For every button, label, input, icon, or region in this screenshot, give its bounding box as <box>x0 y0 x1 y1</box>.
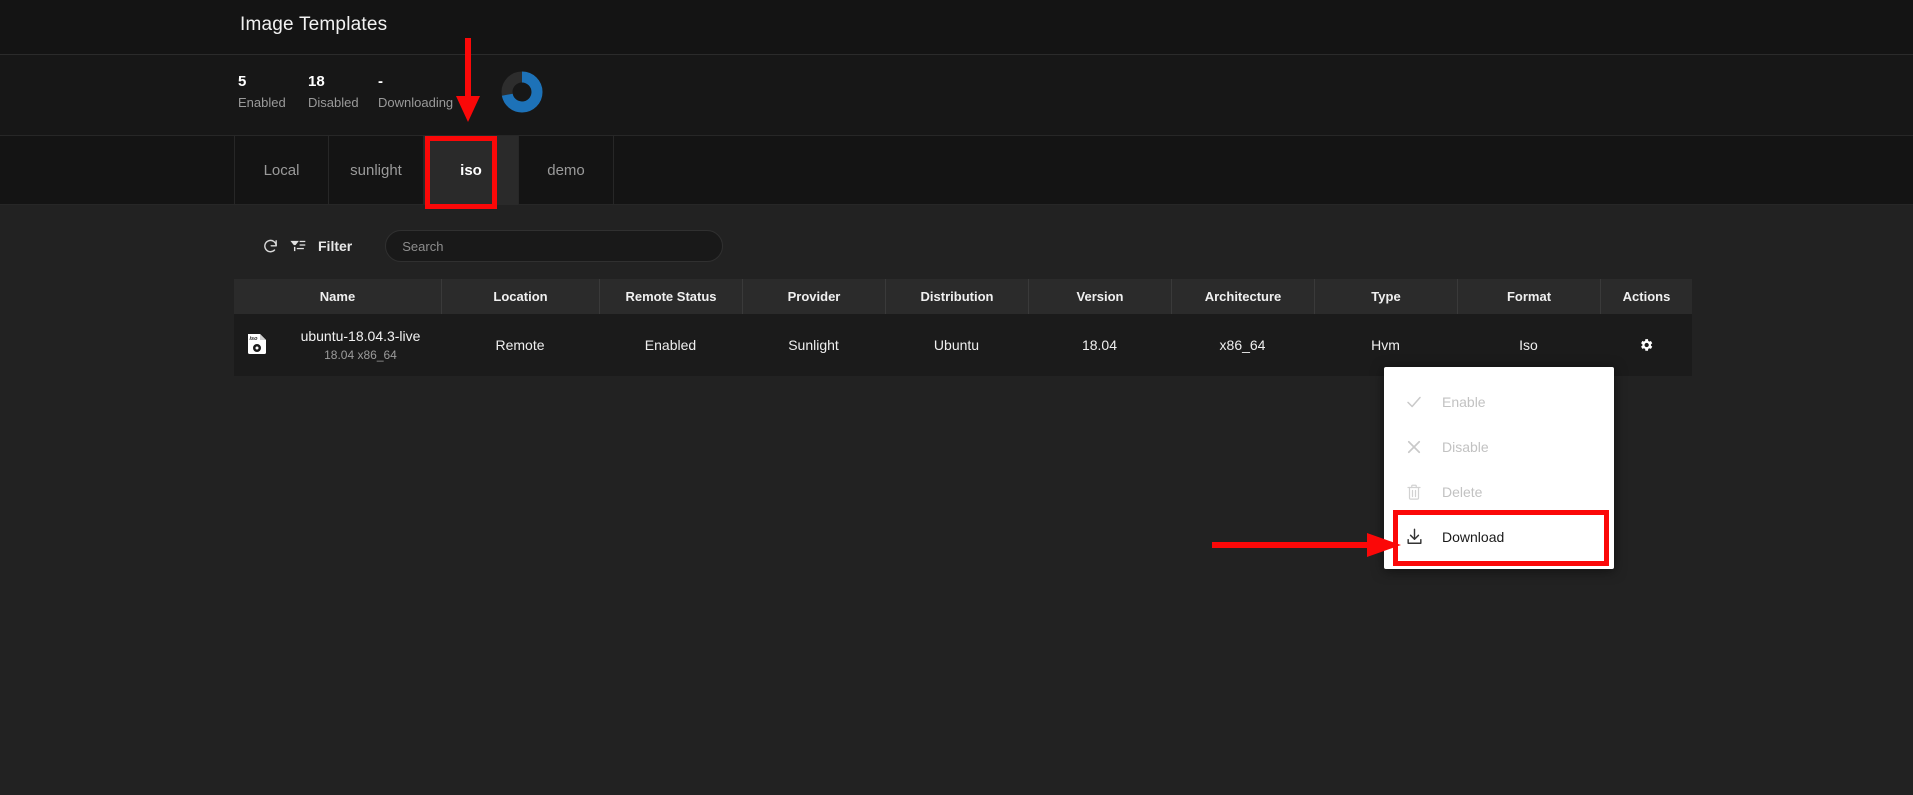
stat-enabled-label: Enabled <box>238 95 286 110</box>
cell-name: iso ubuntu-18.04.3-live 18.04 x86_64 <box>234 314 441 376</box>
cell-location: Remote <box>495 337 545 353</box>
column-header-architecture[interactable]: Architecture <box>1171 279 1314 314</box>
cell-version: 18.04 <box>1081 337 1118 353</box>
check-icon <box>1404 392 1424 412</box>
menu-item-delete[interactable]: Delete <box>1384 469 1614 514</box>
stat-downloading: - Downloading <box>378 71 483 113</box>
close-x-icon <box>1404 437 1424 457</box>
cell-actions <box>1600 314 1692 376</box>
column-header-format[interactable]: Format <box>1457 279 1600 314</box>
download-icon <box>1404 527 1424 547</box>
iso-file-icon: iso <box>244 331 270 360</box>
tab-local[interactable]: Local <box>234 136 329 205</box>
cell-name-primary: ubuntu-18.04.3-live <box>300 327 421 344</box>
tab-iso[interactable]: iso <box>424 136 519 205</box>
cell-provider: Sunlight <box>788 337 839 353</box>
menu-item-download-label: Download <box>1442 528 1505 545</box>
menu-item-enable[interactable]: Enable <box>1384 379 1614 424</box>
cell-architecture: x86_64 <box>1219 337 1266 353</box>
tab-demo[interactable]: demo <box>519 136 614 205</box>
menu-item-delete-label: Delete <box>1442 483 1483 500</box>
stat-enabled: 5 Enabled <box>238 71 308 113</box>
cell-name-secondary: 18.04 x86_64 <box>324 347 397 362</box>
tabs-bar: Local sunlight iso demo <box>0 135 1913 205</box>
search-input[interactable] <box>385 230 724 262</box>
stat-downloading-value: - <box>378 73 383 90</box>
column-header-remote-status[interactable]: Remote Status <box>599 279 742 314</box>
table-toolbar: Filter <box>262 230 724 262</box>
menu-item-disable[interactable]: Disable <box>1384 424 1614 469</box>
refresh-icon[interactable] <box>262 238 279 255</box>
column-header-version[interactable]: Version <box>1028 279 1171 314</box>
column-header-provider[interactable]: Provider <box>742 279 885 314</box>
cell-distribution: Ubuntu <box>933 337 980 353</box>
tab-sunlight[interactable]: sunlight <box>329 136 424 205</box>
menu-item-download[interactable]: Download <box>1384 514 1614 559</box>
status-donut-chart <box>501 71 543 113</box>
stat-downloading-label: Downloading <box>378 95 454 110</box>
filter-label[interactable]: Filter <box>318 238 352 254</box>
column-header-distribution[interactable]: Distribution <box>885 279 1028 314</box>
gear-icon[interactable] <box>1638 337 1654 353</box>
table-header-row: Name Location Remote Status Provider Dis… <box>234 279 1692 314</box>
stat-disabled-value: 18 <box>308 73 325 90</box>
column-header-name[interactable]: Name <box>234 279 441 314</box>
page-title: Image Templates <box>240 14 388 35</box>
stat-disabled: 18 Disabled <box>308 71 378 113</box>
stat-enabled-value: 5 <box>238 73 247 90</box>
column-header-location[interactable]: Location <box>441 279 599 314</box>
app-screen: Image Templates 5 Enabled 18 Disabled - … <box>0 0 1913 795</box>
trash-icon <box>1404 482 1424 502</box>
menu-item-disable-label: Disable <box>1442 438 1489 455</box>
cell-remote-status: Enabled <box>644 337 697 353</box>
image-templates-table: Name Location Remote Status Provider Dis… <box>234 279 1692 376</box>
column-header-actions[interactable]: Actions <box>1600 279 1692 314</box>
stat-disabled-label: Disabled <box>308 95 359 110</box>
column-header-type[interactable]: Type <box>1314 279 1457 314</box>
filter-icon[interactable] <box>289 238 306 255</box>
page-header: Image Templates <box>0 0 1913 55</box>
content-area: Filter Name Location Remote Status Provi… <box>0 205 1913 795</box>
actions-context-menu: Enable Disable Delete Download <box>1384 367 1614 569</box>
menu-item-enable-label: Enable <box>1442 393 1486 410</box>
stats-bar: 5 Enabled 18 Disabled - Downloading <box>0 55 1913 135</box>
svg-text:iso: iso <box>250 336 259 342</box>
